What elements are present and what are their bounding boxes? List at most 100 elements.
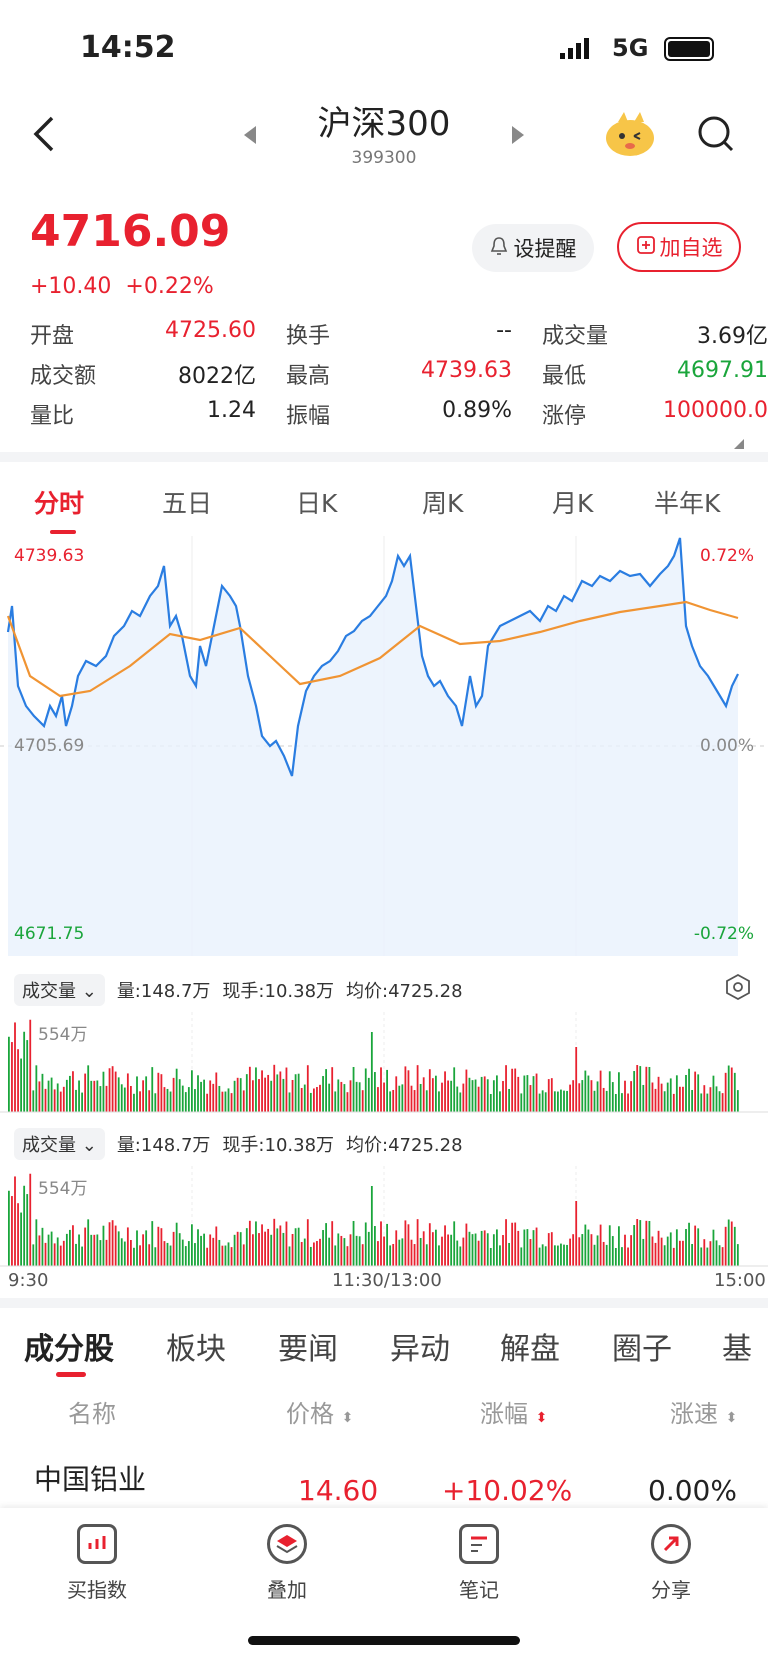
- search-icon[interactable]: [696, 114, 736, 158]
- volume-bar: [441, 1082, 443, 1112]
- content-tab[interactable]: 解盘: [500, 1324, 560, 1368]
- volume-bar: [685, 1228, 687, 1266]
- volume-bar: [483, 1076, 486, 1112]
- volume-bar: [349, 1080, 352, 1112]
- volume-bar: [602, 1241, 605, 1266]
- volume-bar: [72, 1225, 74, 1266]
- nav-notes[interactable]: 笔记: [414, 1524, 544, 1603]
- volume-bar: [75, 1089, 77, 1112]
- volume-bar: [404, 1220, 407, 1266]
- volume-bar: [44, 1088, 47, 1112]
- volume-selector[interactable]: 成交量 ⌄: [14, 974, 105, 1006]
- volume-bar: [337, 1079, 340, 1112]
- volume-bar: [105, 1085, 108, 1112]
- content-tab[interactable]: 基金: [722, 1324, 768, 1368]
- volume-bar: [715, 1086, 718, 1112]
- nav-buy-index[interactable]: 买指数: [32, 1524, 162, 1603]
- volume-bar: [136, 1076, 138, 1112]
- col-name[interactable]: 名称: [68, 1394, 116, 1429]
- col-price[interactable]: 价格 ⬍: [286, 1394, 353, 1429]
- stock-name: 中国铝业: [34, 1463, 147, 1496]
- volume-selector-2[interactable]: 成交量 ⌄: [14, 1128, 105, 1160]
- volume-bar: [611, 1082, 614, 1112]
- volume-bar: [203, 1079, 205, 1112]
- y-top-label: 4739.63: [14, 546, 85, 566]
- volume-bar: [294, 1228, 297, 1266]
- volume-bar: [90, 1080, 93, 1112]
- volume-bar: [514, 1068, 517, 1112]
- volume-bar: [706, 1247, 709, 1266]
- volume-bar: [563, 1090, 565, 1112]
- table-row[interactable]: 中国铝业 14.60 +10.02% 0.00%: [0, 1450, 768, 1510]
- volume-bar: [404, 1066, 407, 1112]
- chart-tab[interactable]: 周K: [422, 484, 463, 520]
- volume-bar: [337, 1233, 340, 1266]
- volume-bar: [666, 1082, 669, 1112]
- volume-bar: [721, 1093, 724, 1112]
- volume-bar: [557, 1245, 559, 1266]
- volume-bar: [187, 1087, 190, 1112]
- volume-bar: [422, 1077, 425, 1112]
- mascot-icon[interactable]: [604, 110, 656, 158]
- content-tab[interactable]: 异动: [390, 1324, 450, 1368]
- volume-bar: [282, 1232, 285, 1266]
- volume-bar: [65, 1079, 68, 1112]
- content-tab[interactable]: 圈子: [612, 1324, 672, 1368]
- content-tab[interactable]: 成分股: [24, 1324, 114, 1368]
- volume-bar: [523, 1229, 526, 1266]
- volume-bar: [352, 1066, 355, 1112]
- volume-bar: [471, 1080, 474, 1112]
- expand-corner-icon[interactable]: [734, 434, 744, 453]
- col-speed[interactable]: 涨速 ⬍: [670, 1394, 737, 1429]
- col-change[interactable]: 涨幅 ⬍: [480, 1394, 547, 1429]
- volume-bar: [614, 1093, 617, 1112]
- chart-tab[interactable]: 半年K: [654, 484, 720, 520]
- intraday-chart[interactable]: [0, 536, 768, 956]
- chart-tab[interactable]: 日K: [296, 484, 337, 520]
- chart-tab[interactable]: 月K: [552, 484, 593, 520]
- add-watchlist-button[interactable]: 加自选: [617, 222, 741, 272]
- sort-icon: ⬍: [341, 1410, 354, 1426]
- volume-bar: [62, 1086, 65, 1112]
- settings-icon[interactable]: [726, 973, 750, 1004]
- content-tab[interactable]: 板块: [166, 1324, 226, 1368]
- volume-bar: [252, 1234, 254, 1266]
- next-index-icon[interactable]: [510, 124, 526, 150]
- nav-overlay[interactable]: 叠加: [222, 1524, 352, 1603]
- volume-bar: [587, 1075, 590, 1112]
- volume-bar: [511, 1068, 514, 1112]
- volume-bar: [355, 1235, 358, 1266]
- volume-bar: [123, 1087, 126, 1112]
- volume-bar: [578, 1237, 581, 1266]
- volume-bar: [535, 1073, 538, 1112]
- divider: [0, 452, 768, 462]
- volume-bar: [492, 1080, 495, 1112]
- volume-bar: [139, 1091, 141, 1112]
- volume-bar: [538, 1247, 541, 1266]
- volume-bar: [672, 1093, 675, 1112]
- volume-bar: [47, 1234, 50, 1266]
- nav-share[interactable]: 分享: [606, 1524, 736, 1603]
- battery-icon: [664, 37, 714, 61]
- volume-bar: [599, 1224, 602, 1266]
- volume-bar: [309, 1092, 312, 1112]
- volume-bar: [520, 1247, 523, 1266]
- volume-bar: [44, 1242, 47, 1266]
- stat-label: 成交额: [30, 364, 97, 389]
- volume-bar: [163, 1241, 166, 1266]
- avg-price-info-2: 均价:4725.28: [346, 1135, 463, 1156]
- set-reminder-button[interactable]: 设提醒: [472, 224, 594, 272]
- volume-bar: [111, 1220, 114, 1266]
- volume-bar: [709, 1087, 712, 1112]
- volume-bar: [480, 1230, 483, 1266]
- chart-tab[interactable]: 五日: [162, 484, 212, 520]
- volume-bar: [32, 1090, 35, 1112]
- chart-tab[interactable]: 分时: [34, 484, 84, 520]
- volume-bar: [87, 1065, 90, 1112]
- pct-mid-label: 0.00%: [699, 736, 754, 756]
- content-tab[interactable]: 要闻: [278, 1324, 338, 1368]
- volume-bar: [538, 1093, 541, 1112]
- volume-bar: [435, 1075, 437, 1112]
- volume-bar: [367, 1077, 370, 1112]
- volume-bar: [288, 1246, 291, 1266]
